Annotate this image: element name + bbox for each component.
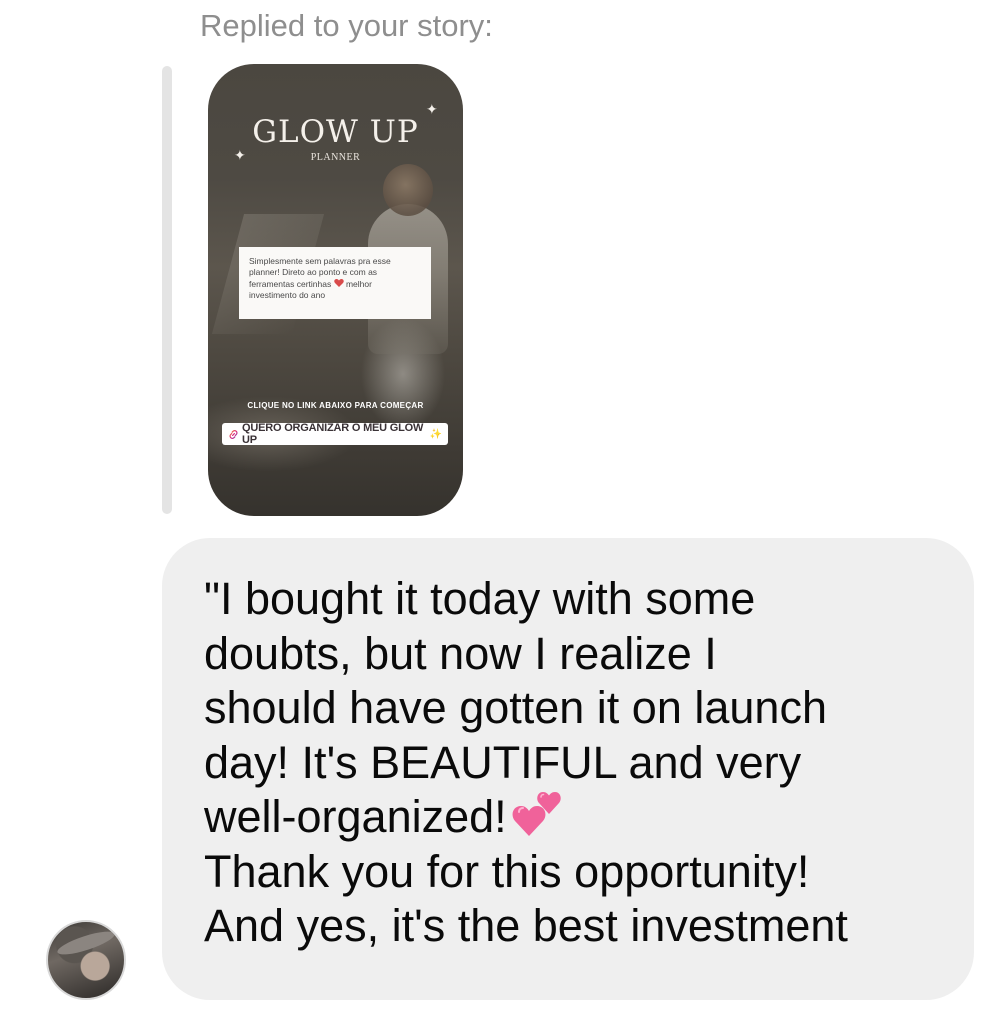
message-line-with-emoji: well-organized! [204, 790, 934, 845]
avatar[interactable] [46, 920, 126, 1000]
review-line: investimento do ano [249, 290, 326, 300]
reply-header: Replied to your story: [200, 8, 493, 43]
story-preview[interactable]: ✦ ✦ GLOW UP PLANNER Simplesmente sem pal… [208, 64, 463, 516]
story-cta: CLIQUE NO LINK ABAIXO PARA COMEÇAR [247, 401, 424, 410]
review-line: planner! Direto ao ponto e com as [249, 267, 378, 277]
sparkle-icon: ✨ [429, 428, 442, 440]
message-line: "I bought it today with some [204, 573, 756, 624]
avatar-hat [55, 927, 117, 959]
link-sticker[interactable]: QUERO ORGANIZAR O MEU GLOW UP ✨ [222, 422, 448, 446]
message-line: day! It's BEAUTIFUL and very [204, 736, 802, 788]
reply-quote-bar [162, 66, 172, 514]
story-subtitle: PLANNER [310, 152, 361, 163]
review-line: Simplesmente sem palavras pra esse [249, 256, 391, 266]
message-line: Thank you for this opportunity! [204, 845, 810, 897]
link-sticker-label: QUERO ORGANIZAR O MEU GLOW UP [242, 422, 424, 446]
message-line: doubts, but now I realize I [204, 627, 717, 679]
message-bubble[interactable]: "I bought it today with some doubts, but… [162, 538, 974, 1000]
message-line: well-organized! [204, 791, 507, 842]
link-icon [229, 429, 238, 439]
review-line: melhor [345, 279, 372, 289]
review-line: ferramentas certinhas [249, 279, 332, 289]
story-person-head [383, 164, 433, 216]
story-review-box: Simplesmente sem palavras pra esse plann… [239, 247, 431, 319]
two-hearts-emoji [512, 792, 561, 836]
message-text: "I bought it today with some doubts, but… [204, 572, 934, 954]
story-title: GLOW UP [252, 114, 419, 150]
heart-icon [333, 279, 344, 287]
message-line: And yes, it's the best investment [204, 900, 848, 951]
message-line: should have gotten it on launch [204, 682, 827, 733]
